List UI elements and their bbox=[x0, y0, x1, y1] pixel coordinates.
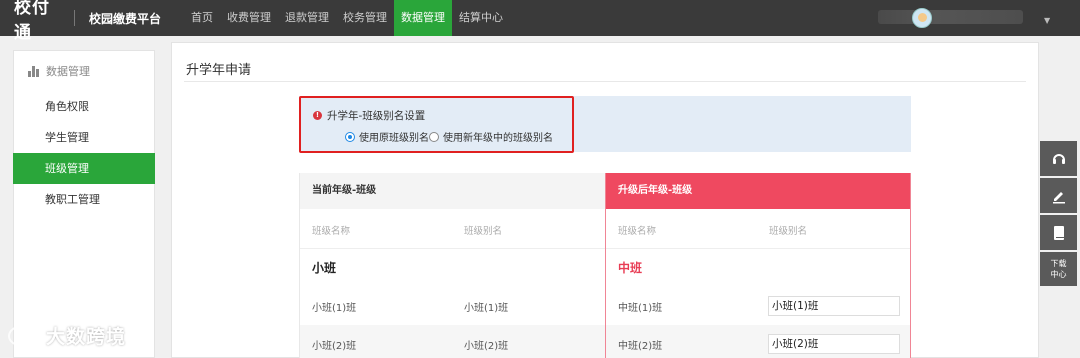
alias-setting-highlight: ! 升学年-班级别名设置 使用原班级别名 使用新年级中的班级别名 bbox=[299, 96, 574, 153]
col-class-name-label: 班级名称 bbox=[312, 226, 351, 237]
radio-label-new-grade-alias[interactable]: 使用新年级中的班级别名 bbox=[443, 129, 553, 144]
current-grade-column: 当前年级-班级 班级名称 班级别名 小班 小班(1)班 小班(1)班 小班(2)… bbox=[299, 173, 605, 358]
sidebar-item-student-management[interactable]: 学生管理 bbox=[14, 122, 154, 153]
class-name-cell: 小班(2)班 bbox=[312, 341, 357, 352]
watermark-text: 大数跨境 bbox=[46, 326, 127, 348]
edit-icon[interactable] bbox=[1040, 178, 1077, 213]
download-center-label-1: 下载 bbox=[1050, 259, 1067, 268]
radio-use-new-grade-alias[interactable] bbox=[429, 131, 439, 142]
avatar[interactable] bbox=[912, 8, 932, 28]
class-name-cell: 小班(1)班 bbox=[312, 303, 357, 314]
blurred-user-info bbox=[878, 10, 1023, 24]
sidebar-section-title: 数据管理 bbox=[46, 65, 90, 78]
class-alias-input[interactable]: 小班(1)班 bbox=[768, 296, 900, 316]
radio-label-original-alias[interactable]: 使用原班级别名 bbox=[359, 129, 429, 144]
sidebar: 数据管理 角色权限 学生管理 班级管理 教职工管理 bbox=[13, 50, 155, 358]
upgraded-grade-subheader: 班级名称 班级别名 bbox=[606, 209, 910, 249]
upgraded-grade-column: 升级后年级-班级 班级名称 班级别名 中班 中班(1)班 小班(1)班 中班(2… bbox=[605, 173, 911, 358]
watermark-logo-icon bbox=[8, 324, 38, 347]
page-title: 升学年申请 bbox=[186, 63, 252, 78]
alias-setting-title: ! 升学年-班级别名设置 bbox=[313, 108, 425, 123]
current-grade-subheader: 班级名称 班级别名 bbox=[300, 209, 605, 249]
nav-item-school-affairs[interactable]: 校务管理 bbox=[336, 0, 394, 36]
upgraded-grade-header: 升级后年级-班级 bbox=[606, 173, 910, 209]
grade-mapping-table: 当前年级-班级 班级名称 班级别名 小班 小班(1)班 小班(1)班 小班(2)… bbox=[299, 173, 911, 358]
top-navigation-bar: 校付通 校园缴费平台 首页 收费管理 退款管理 校务管理 数据管理 结算中心 ▼ bbox=[0, 0, 1080, 43]
col-class-alias-label: 班级别名 bbox=[464, 226, 503, 237]
alert-icon: ! bbox=[313, 111, 322, 120]
sidebar-item-staff-management[interactable]: 教职工管理 bbox=[14, 184, 154, 215]
upgraded-grade-name: 中班 bbox=[618, 261, 643, 275]
sidebar-section-header: 数据管理 bbox=[14, 51, 154, 91]
logo-divider bbox=[74, 10, 75, 26]
chevron-down-icon[interactable]: ▼ bbox=[1044, 16, 1050, 25]
main-content: 升学年申请 ! 升学年-班级别名设置 使用原班级别名 使用新年级中的班级别名 当… bbox=[171, 42, 1039, 358]
class-alias-cell: 小班(1)班 bbox=[464, 303, 509, 314]
class-name-cell: 中班(1)班 bbox=[618, 303, 663, 314]
col-class-name-label: 班级名称 bbox=[618, 226, 657, 237]
table-row: 中班(1)班 小班(1)班 bbox=[606, 287, 910, 325]
floating-toolbar: 下载 中心 bbox=[1040, 141, 1077, 288]
col-class-alias-label: 班级别名 bbox=[769, 226, 808, 237]
table-row: 小班(1)班 小班(1)班 bbox=[300, 287, 605, 325]
title-divider bbox=[184, 81, 1026, 82]
headset-icon[interactable] bbox=[1040, 141, 1077, 176]
nav-item-refund-management[interactable]: 退款管理 bbox=[278, 0, 336, 36]
bar-chart-icon bbox=[28, 65, 40, 77]
alias-setting-panel: ! 升学年-班级别名设置 使用原班级别名 使用新年级中的班级别名 bbox=[299, 96, 911, 153]
download-center-label-2: 中心 bbox=[1050, 270, 1067, 279]
class-alias-input[interactable]: 小班(2)班 bbox=[768, 334, 900, 354]
app-logo[interactable]: 校付通 bbox=[14, 0, 66, 43]
alias-radio-group: 使用原班级别名 使用新年级中的班级别名 bbox=[345, 129, 553, 144]
download-center-button[interactable]: 下载 中心 bbox=[1040, 252, 1077, 286]
sidebar-item-role-permissions[interactable]: 角色权限 bbox=[14, 91, 154, 122]
watermark: 大数跨境 bbox=[8, 322, 126, 349]
alias-setting-title-text: 升学年-班级别名设置 bbox=[327, 110, 426, 122]
radio-use-original-alias[interactable] bbox=[345, 131, 355, 142]
current-grade-name: 小班 bbox=[312, 261, 337, 275]
current-grade-header: 当前年级-班级 bbox=[300, 173, 605, 209]
nav-item-fee-management[interactable]: 收费管理 bbox=[220, 0, 278, 36]
table-row: 中班(2)班 小班(2)班 bbox=[606, 325, 910, 358]
main-nav: 首页 收费管理 退款管理 校务管理 数据管理 结算中心 bbox=[184, 0, 510, 36]
class-name-cell: 中班(2)班 bbox=[618, 341, 663, 352]
table-row: 小班(2)班 小班(2)班 bbox=[300, 325, 605, 358]
book-icon[interactable] bbox=[1040, 215, 1077, 250]
nav-item-data-management[interactable]: 数据管理 bbox=[394, 0, 452, 36]
class-alias-cell: 小班(2)班 bbox=[464, 341, 509, 352]
nav-item-settlement-center[interactable]: 结算中心 bbox=[452, 0, 510, 36]
nav-item-home[interactable]: 首页 bbox=[184, 0, 220, 36]
platform-title: 校园缴费平台 bbox=[89, 11, 162, 26]
sidebar-item-class-management[interactable]: 班级管理 bbox=[13, 153, 155, 184]
